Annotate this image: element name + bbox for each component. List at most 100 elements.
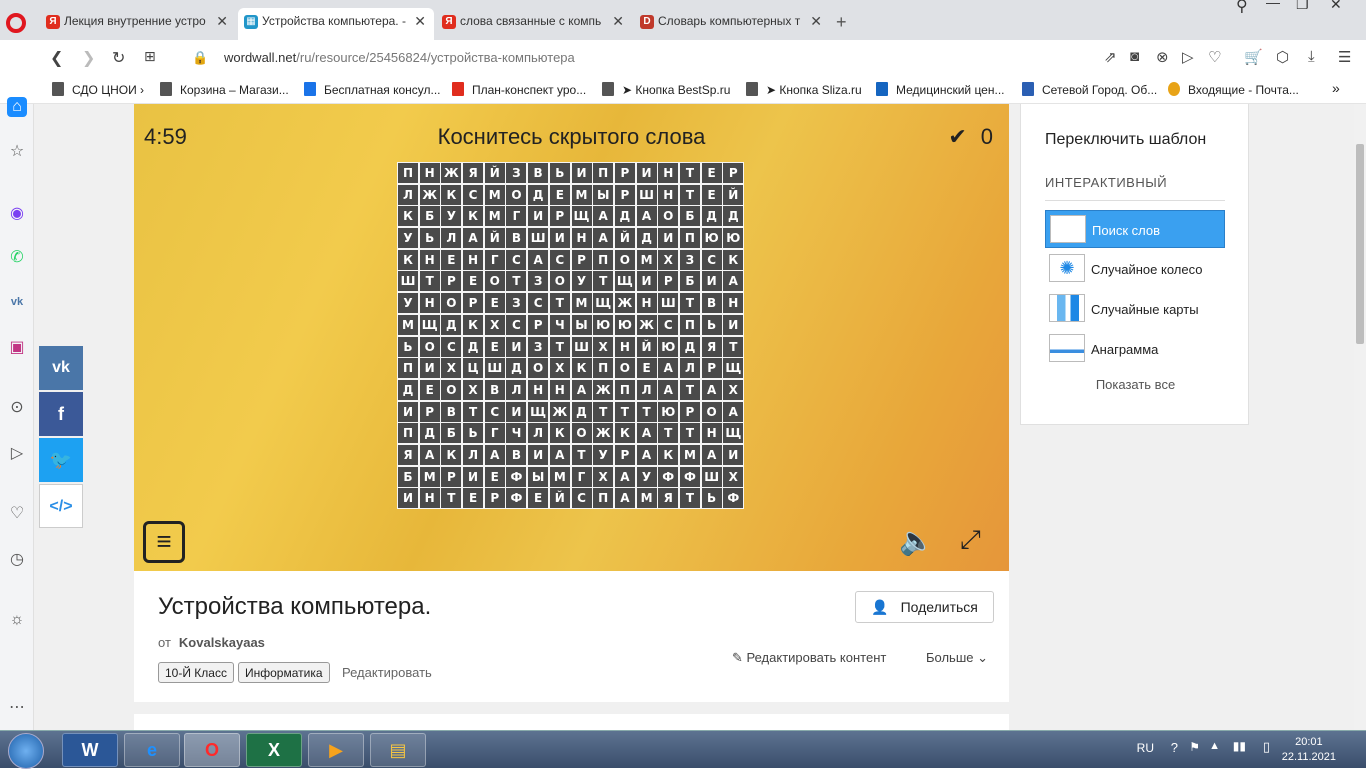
grid-letter[interactable]: О [506,184,527,205]
grid-letter[interactable]: Ь [419,228,440,249]
help-icon[interactable]: ? [1171,740,1178,755]
grid-letter[interactable]: Д [419,423,440,444]
grid-letter[interactable]: Щ [723,423,744,444]
grid-letter[interactable]: Л [441,228,462,249]
grid-letter[interactable]: А [701,379,722,400]
grid-letter[interactable]: Е [419,379,440,400]
game-menu-button[interactable]: ≡ [143,521,185,563]
tab-wordwall[interactable]: ▦ Устройства компьютера. - ✕ [238,8,434,40]
grid-letter[interactable]: Н [614,336,635,357]
grid-letter[interactable]: П [614,379,635,400]
grid-letter[interactable]: Ф [506,488,527,509]
grid-letter[interactable]: Х [593,336,614,357]
grid-letter[interactable]: М [549,466,570,487]
grid-letter[interactable]: У [593,444,614,465]
grid-letter[interactable]: А [658,379,679,400]
grid-letter[interactable]: Я [398,444,418,465]
home-icon[interactable]: ⌂ [7,97,27,117]
cart-icon[interactable]: 🛒 [1244,48,1263,66]
grid-letter[interactable]: Т [593,401,614,422]
grid-letter[interactable]: Н [571,228,592,249]
grid-letter[interactable]: А [593,228,614,249]
grid-letter[interactable]: О [549,271,570,292]
grid-letter[interactable]: М [636,249,657,270]
window-close-icon[interactable]: ✕ [1330,0,1342,13]
grid-letter[interactable]: Ф [679,466,700,487]
vk-icon[interactable]: vk [7,292,27,312]
grid-letter[interactable]: Н [419,488,440,509]
grid-letter[interactable]: Л [636,379,657,400]
grid-letter[interactable]: В [484,379,505,400]
grid-letter[interactable]: Г [506,206,527,227]
grid-letter[interactable]: С [549,249,570,270]
grid-letter[interactable]: И [528,444,549,465]
grid-letter[interactable]: Р [463,293,484,314]
flag-icon[interactable]: ⚑ [1189,740,1200,754]
more-dropdown[interactable]: Больше ⌄ [926,650,988,666]
grid-letter[interactable]: С [506,314,527,335]
grid-letter[interactable]: Ш [484,358,505,379]
grid-letter[interactable]: Я [658,488,679,509]
grid-letter[interactable]: Б [679,271,700,292]
grid-letter[interactable]: Д [679,336,700,357]
grid-letter[interactable]: Т [506,271,527,292]
send-icon[interactable]: ▷ [1182,48,1194,66]
grid-letter[interactable]: Ж [614,293,635,314]
grid-letter[interactable]: Д [701,206,722,227]
grid-letter[interactable]: Н [419,163,440,183]
grid-letter[interactable]: П [593,163,614,183]
grid-letter[interactable]: И [723,314,744,335]
grid-letter[interactable]: С [701,249,722,270]
grid-letter[interactable]: Ш [701,466,722,487]
url-field[interactable]: wordwall.net/ru/resource/25456824/устрой… [224,50,575,65]
grid-letter[interactable]: Щ [614,271,635,292]
bookmark-item[interactable]: Корзина – Магази... [160,82,289,97]
grid-letter[interactable]: О [419,336,440,357]
grid-letter[interactable]: У [398,228,418,249]
grid-letter[interactable]: З [528,271,549,292]
grid-letter[interactable]: И [571,163,592,183]
grid-letter[interactable]: Х [549,358,570,379]
grid-letter[interactable]: Д [614,206,635,227]
grid-letter[interactable]: Л [506,379,527,400]
grid-letter[interactable]: С [571,488,592,509]
grid-letter[interactable]: Е [701,184,722,205]
close-icon[interactable]: ✕ [216,13,228,30]
grid-letter[interactable]: М [679,444,700,465]
grid-letter[interactable]: Д [528,184,549,205]
grid-letter[interactable]: Л [463,444,484,465]
scrollbar-thumb[interactable] [1356,144,1364,344]
grid-letter[interactable]: У [571,271,592,292]
grid-letter[interactable]: Р [701,358,722,379]
grid-letter[interactable]: Ц [463,358,484,379]
grid-letter[interactable]: И [419,358,440,379]
grid-letter[interactable]: Щ [571,206,592,227]
grid-letter[interactable]: П [593,249,614,270]
sound-icon[interactable]: 🔈 [899,524,934,557]
tag-grade[interactable]: 10-Й Класс [158,662,234,683]
grid-letter[interactable]: И [528,206,549,227]
grid-letter[interactable]: Л [398,184,418,205]
grid-letter[interactable]: К [723,249,744,270]
grid-letter[interactable]: К [614,423,635,444]
grid-letter[interactable]: Щ [528,401,549,422]
grid-letter[interactable]: Ю [614,314,635,335]
grid-letter[interactable]: М [571,184,592,205]
close-icon[interactable]: ✕ [612,13,624,30]
grid-letter[interactable]: Ы [593,184,614,205]
grid-letter[interactable]: Е [701,163,722,183]
grid-letter[interactable]: Ю [723,228,744,249]
grid-letter[interactable]: Г [484,249,505,270]
grid-letter[interactable]: Ь [463,423,484,444]
grid-letter[interactable]: Щ [723,358,744,379]
grid-letter[interactable]: О [484,271,505,292]
grid-letter[interactable]: Р [658,271,679,292]
grid-letter[interactable]: Т [614,401,635,422]
grid-letter[interactable]: Е [441,249,462,270]
close-icon[interactable]: ✕ [810,13,822,30]
grid-letter[interactable]: М [636,488,657,509]
grid-letter[interactable]: Ф [723,488,744,509]
grid-letter[interactable]: Ю [701,228,722,249]
bookmark-item[interactable]: Входящие - Почта... [1168,82,1299,97]
grid-letter[interactable]: И [398,488,418,509]
